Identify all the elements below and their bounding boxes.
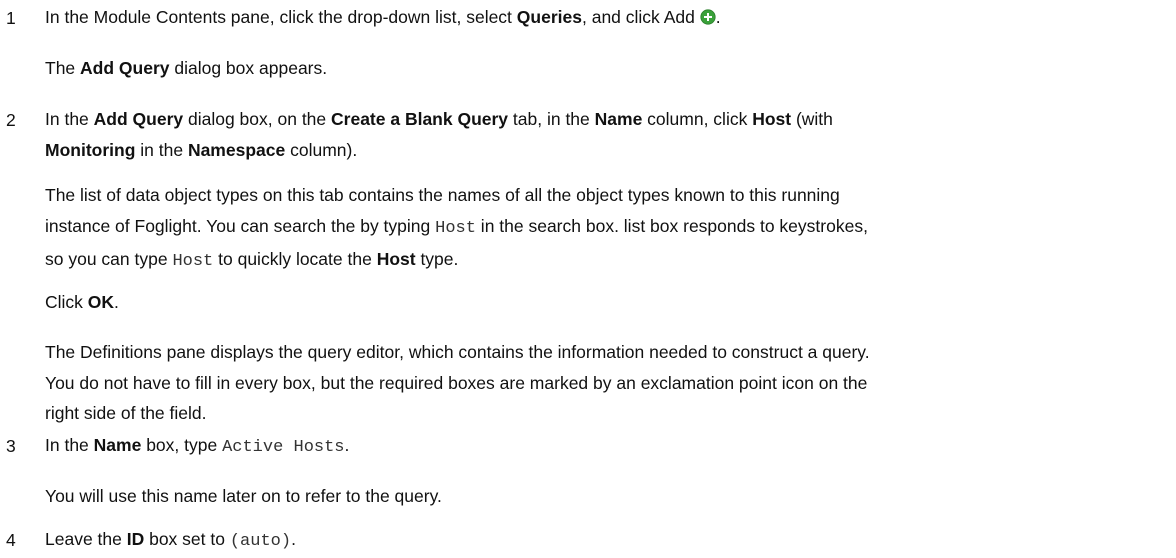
- p3-t1: The list of data object types on this ta…: [45, 185, 840, 205]
- add-query-note: The Add Query dialog box appears.: [45, 53, 1171, 84]
- p3-t4: so you can type: [45, 249, 173, 269]
- s2-b1: Add Query: [93, 109, 184, 129]
- step-4-text: Leave the ID box set to (auto).: [45, 524, 1171, 558]
- s2-t6: in the: [135, 139, 188, 160]
- s2-b4: Host: [752, 109, 792, 129]
- note-rest: dialog box appears.: [169, 58, 328, 78]
- s2-t7: column).: [285, 139, 358, 160]
- s2-t1: In the: [45, 109, 94, 129]
- s2-b2: Create a Blank Query: [331, 109, 509, 129]
- p4-t2: .: [114, 292, 119, 312]
- p5-t3: right side of the field.: [45, 403, 207, 423]
- p5-t2: You do not have to fill in every box, bu…: [45, 372, 868, 393]
- p3-t5: to quickly locate the: [213, 249, 377, 269]
- s4-t2: box set to: [144, 529, 230, 549]
- auto-code: (auto): [229, 532, 292, 551]
- s3-t3: .: [344, 435, 350, 455]
- s2-t3: tab, in the: [508, 109, 595, 129]
- add-icon: [700, 9, 716, 25]
- p3-c1: Host: [435, 218, 476, 238]
- s2-b6: Namespace: [187, 139, 286, 160]
- p5-t1: The Definitions pane displays the query …: [45, 342, 870, 362]
- step-1-text-c: .: [715, 7, 721, 27]
- step-2-text: In the Add Query dialog box, on the Crea…: [45, 104, 1171, 165]
- object-types-paragraph: The list of data object types on this ta…: [45, 180, 1171, 278]
- step-number-2: 2: [6, 110, 16, 130]
- step-3-text: In the Name box, type Active Hosts.: [45, 430, 1171, 464]
- step-1-text-a: In the Module Contents pane, click the d…: [45, 7, 517, 27]
- s2-t5: (with: [791, 109, 833, 129]
- step-1-text-b: , and click Add: [581, 7, 700, 27]
- p4-t1: Click: [45, 292, 88, 312]
- s3-t1: In the: [45, 435, 94, 455]
- definitions-paragraph: The Definitions pane displays the query …: [45, 337, 1171, 429]
- s4-t3: .: [291, 529, 296, 549]
- add-query-label: Add Query: [80, 58, 170, 78]
- name-label: Name: [93, 435, 142, 455]
- s2-t4: column, click: [642, 109, 753, 129]
- p7-t1: You will use this name later on to refer…: [45, 486, 442, 506]
- s3-t2: box, type: [141, 435, 223, 455]
- s2-b5: Monitoring: [45, 139, 136, 160]
- active-hosts-code: Active Hosts: [222, 438, 345, 457]
- step-number-4: 4: [6, 530, 16, 550]
- p3-t3: in the search box. list box responds to …: [475, 215, 868, 236]
- name-usage-paragraph: You will use this name later on to refer…: [45, 481, 1171, 512]
- note-prefix: The: [45, 58, 81, 78]
- step-1-text: In the Module Contents pane, click the d…: [45, 2, 1171, 33]
- step-number-1: 1: [6, 8, 16, 28]
- step-number-3: 3: [6, 436, 16, 456]
- p3-c2: Host: [172, 252, 214, 271]
- click-ok-paragraph: Click OK.: [45, 287, 1171, 318]
- s2-b3: Name: [594, 109, 643, 129]
- s2-t2: dialog box, on the: [183, 109, 332, 129]
- p3-t6: type.: [415, 249, 459, 269]
- p3-b1: Host: [376, 249, 416, 269]
- queries-label: Queries: [516, 7, 582, 27]
- s4-t1: Leave the: [45, 529, 127, 549]
- p3-t2: instance of Foglight. You can search the…: [45, 215, 436, 236]
- id-label: ID: [126, 529, 145, 549]
- ok-label: OK: [87, 292, 115, 312]
